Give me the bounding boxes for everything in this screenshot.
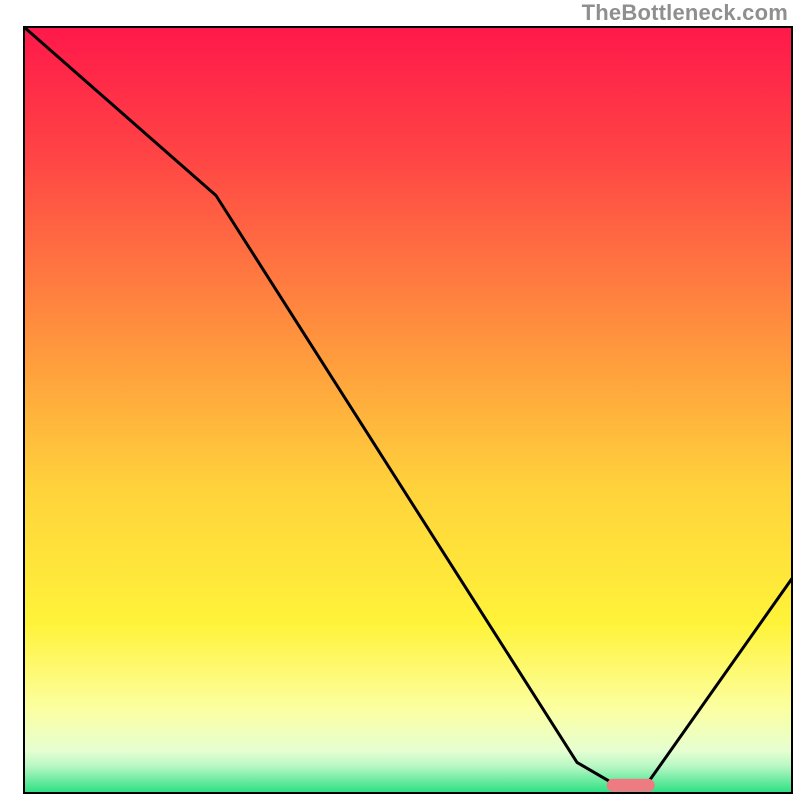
optimal-range-marker	[607, 779, 655, 792]
gradient-background	[24, 27, 792, 793]
chart-container: TheBottleneck.com	[0, 0, 800, 800]
bottleneck-chart	[0, 0, 800, 800]
